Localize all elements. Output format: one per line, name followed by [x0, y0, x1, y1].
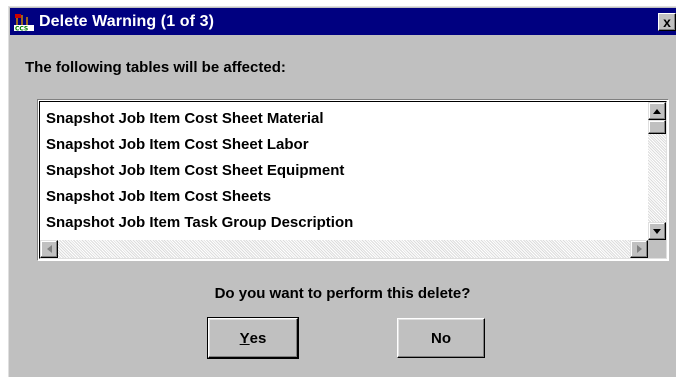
list-item[interactable]: Snapshot Job Item Cost Sheet Material [46, 106, 642, 132]
affected-tables-listbox[interactable]: Snapshot Job Item Cost Sheet Material Sn… [37, 99, 669, 261]
scroll-right-button[interactable] [630, 240, 648, 258]
list-item[interactable]: Snapshot Job Item Cost Sheet Equipment [46, 158, 642, 184]
confirm-question: Do you want to perform this delete? [214, 285, 471, 302]
arrow-left-icon [46, 245, 52, 253]
affected-tables-label: The following tables will be affected: [25, 59, 286, 76]
svg-text:CCS: CCS [15, 25, 28, 32]
table-list: Snapshot Job Item Cost Sheet Material Sn… [46, 106, 642, 236]
ccs-app-icon: CCS [13, 12, 35, 32]
horizontal-scrollbar[interactable] [40, 240, 648, 258]
arrow-down-icon [653, 228, 661, 234]
list-item[interactable]: Snapshot Job Item Cost Sheet Labor [46, 132, 642, 158]
yes-button[interactable]: Yes [207, 317, 299, 359]
arrow-right-icon [636, 245, 642, 253]
scroll-left-button[interactable] [40, 240, 58, 258]
scrollbar-corner [648, 240, 666, 258]
vertical-scroll-thumb[interactable] [648, 120, 666, 134]
vertical-scrollbar[interactable] [648, 102, 666, 240]
list-item[interactable]: Snapshot Job Item Cost Sheets [46, 184, 642, 210]
scroll-up-button[interactable] [648, 102, 666, 120]
delete-warning-dialog: CCS Delete Warning (1 of 3) x The follow… [8, 6, 676, 377]
window-title: Delete Warning (1 of 3) [39, 12, 215, 30]
list-item[interactable]: Snapshot Job Item Task Group Description [46, 210, 642, 236]
close-button[interactable]: x [658, 12, 676, 31]
yes-label-rest: es [249, 329, 267, 347]
no-button[interactable]: No [397, 318, 485, 358]
scroll-down-button[interactable] [648, 222, 666, 240]
yes-mnemonic: Y [239, 329, 250, 347]
arrow-up-icon [653, 108, 661, 114]
title-bar[interactable]: CCS Delete Warning (1 of 3) x [10, 8, 676, 35]
